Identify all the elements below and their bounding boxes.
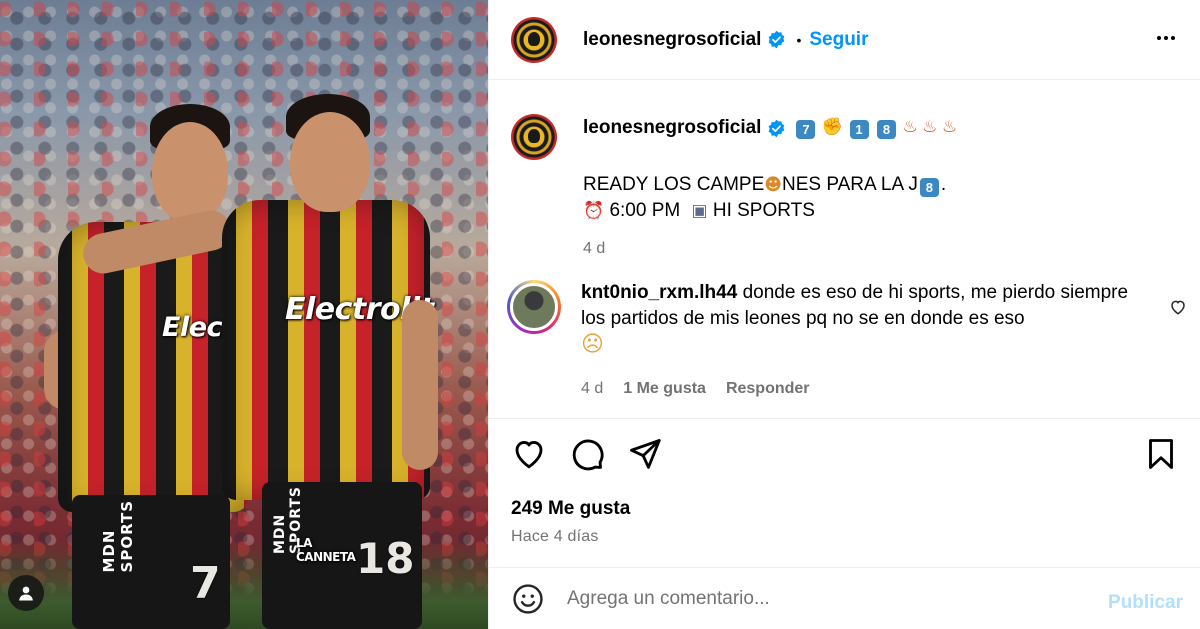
television-emoji-icon: ▣ bbox=[691, 201, 708, 221]
player-left-number: 7 bbox=[190, 558, 221, 609]
keycap-one-icon: 1 bbox=[849, 120, 869, 139]
actions-divider bbox=[489, 418, 1200, 419]
fire-emoji-icon: ♨ bbox=[941, 117, 958, 137]
verified-badge-icon bbox=[769, 30, 785, 49]
shorts-sponsor-left: MDN SPORTS bbox=[100, 500, 136, 573]
alarm-clock-emoji-icon: ⏰ bbox=[583, 201, 605, 221]
like-heart-icon[interactable] bbox=[511, 436, 547, 472]
post-details-panel: leonesnegrosoficial • Seguir leonesnegro… bbox=[488, 0, 1200, 629]
handshake-emoji-icon: ✊ bbox=[821, 117, 844, 137]
post-photo[interactable]: Electrolit 7 MDN SPORTS Electrolit 18 MD… bbox=[0, 0, 488, 629]
player-right-jersey bbox=[222, 200, 430, 500]
share-send-icon[interactable] bbox=[627, 436, 663, 472]
person-icon bbox=[19, 586, 33, 601]
caption-emojis: 7 ✊ 1 8 ♨ ♨ ♨ bbox=[794, 117, 957, 139]
post-header: leonesnegrosoficial • Seguir bbox=[489, 0, 1200, 80]
caption-username[interactable]: leonesnegrosoficial bbox=[583, 117, 761, 139]
shorts-patch: LA CANNETA bbox=[296, 536, 356, 564]
separator-dot: • bbox=[796, 31, 802, 48]
comment-like-heart-icon[interactable] bbox=[1169, 298, 1187, 316]
comment-meta: 4 d 1 Me gusta Responder bbox=[581, 376, 1141, 402]
post-caption: leonesnegrosoficial 7 ✊ 1 8 ♨ ♨ ♨ READY … bbox=[511, 114, 1181, 258]
player-right-head bbox=[290, 112, 370, 212]
comment-input[interactable] bbox=[567, 587, 1067, 610]
action-bar bbox=[511, 436, 1181, 476]
post-date[interactable]: Hace 4 días bbox=[511, 528, 599, 546]
player-right-number: 18 bbox=[356, 534, 415, 583]
fire-emoji-icon: ♨ bbox=[922, 117, 938, 137]
comment-timestamp[interactable]: 4 d bbox=[581, 376, 603, 402]
comment-item: knt0nio_rxm.lh44 donde es eso de hi spor… bbox=[507, 280, 1191, 402]
reply-button[interactable]: Responder bbox=[726, 376, 810, 402]
commenter-username[interactable]: knt0nio_rxm.lh44 bbox=[581, 282, 737, 303]
caption-timestamp[interactable]: 4 d bbox=[583, 240, 957, 258]
fire-emoji-icon: ♨ bbox=[902, 117, 918, 137]
likes-count[interactable]: 249 Me gusta bbox=[511, 498, 630, 520]
author-username[interactable]: leonesnegrosoficial bbox=[583, 29, 761, 51]
worried-face-emoji-icon: ☹ bbox=[581, 332, 604, 357]
caption-line-2: ⏰ 6:00 PM ▣ HI SPORTS bbox=[583, 200, 815, 221]
publish-button[interactable]: Publicar bbox=[1108, 592, 1183, 614]
follow-button[interactable]: Seguir bbox=[809, 29, 868, 51]
verified-badge-icon bbox=[769, 119, 785, 137]
tagged-users-button[interactable] bbox=[8, 575, 44, 611]
emoji-picker-icon[interactable] bbox=[511, 582, 545, 616]
caption-header: leonesnegrosoficial 7 ✊ 1 8 ♨ ♨ ♨ bbox=[583, 114, 957, 142]
player-left-head bbox=[152, 122, 228, 222]
save-bookmark-icon[interactable] bbox=[1143, 436, 1179, 472]
comment-likes-link[interactable]: 1 Me gusta bbox=[623, 376, 706, 402]
comment-body: knt0nio_rxm.lh44 donde es eso de hi spor… bbox=[581, 280, 1141, 402]
comment-bubble-icon[interactable] bbox=[569, 436, 605, 472]
keycap-seven-icon: 7 bbox=[796, 120, 816, 139]
comment-composer: Publicar bbox=[489, 567, 1200, 629]
player-right-arm-down bbox=[402, 300, 438, 470]
caption-line-1: READY LOS CAMPE☻NES PARA LA J8. bbox=[583, 174, 947, 197]
keycap-eight-icon: 8 bbox=[919, 178, 939, 197]
caption-text: READY LOS CAMPE☻NES PARA LA J8. ⏰ 6:00 P… bbox=[583, 172, 957, 224]
commenter-avatar[interactable] bbox=[507, 280, 561, 334]
caption-author-avatar[interactable] bbox=[511, 114, 557, 160]
more-horizontal-icon[interactable] bbox=[1154, 26, 1178, 50]
keycap-eight-icon: 8 bbox=[876, 120, 896, 139]
author-avatar[interactable] bbox=[511, 16, 557, 63]
lion-emoji-icon: ☻ bbox=[764, 175, 782, 195]
